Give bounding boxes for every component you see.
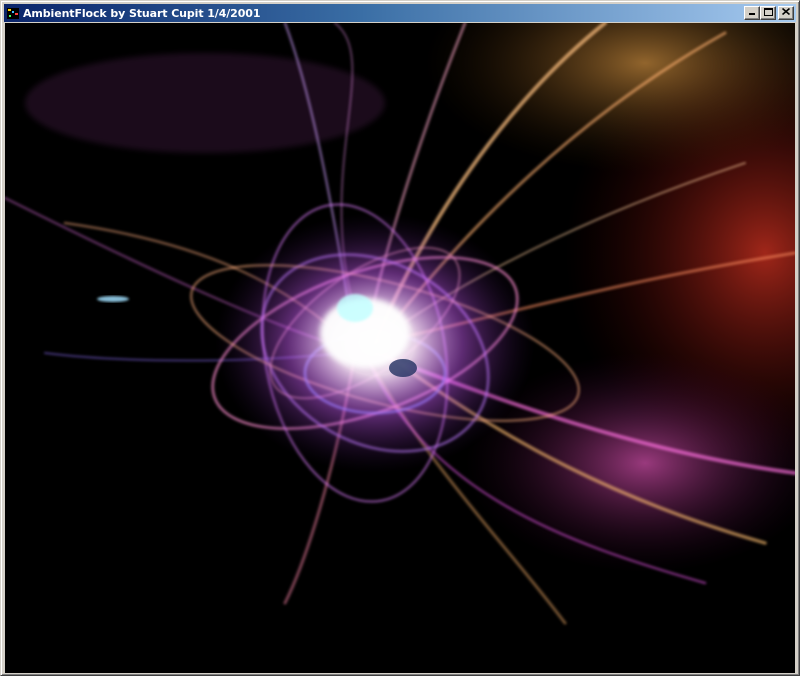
screensaver-canvas[interactable] [5, 23, 795, 673]
cyan-highlight [337, 294, 373, 322]
close-icon [781, 7, 791, 18]
stray-boid [97, 296, 129, 302]
app-window: AmbientFlock by Stuart Cupit 1/4/2001 [0, 0, 800, 676]
close-button[interactable] [778, 6, 794, 20]
window-title: AmbientFlock by Stuart Cupit 1/4/2001 [23, 6, 261, 20]
title-bar[interactable]: AmbientFlock by Stuart Cupit 1/4/2001 [4, 4, 796, 22]
core-shadow [389, 359, 417, 377]
app-icon[interactable] [6, 6, 20, 20]
maximize-button[interactable] [760, 6, 776, 20]
minimize-button[interactable] [744, 6, 760, 20]
minimize-icon [748, 8, 756, 18]
flock-visualization [5, 23, 795, 673]
maximize-icon [763, 7, 773, 19]
window-controls [744, 6, 794, 20]
purple-haze [25, 53, 385, 153]
